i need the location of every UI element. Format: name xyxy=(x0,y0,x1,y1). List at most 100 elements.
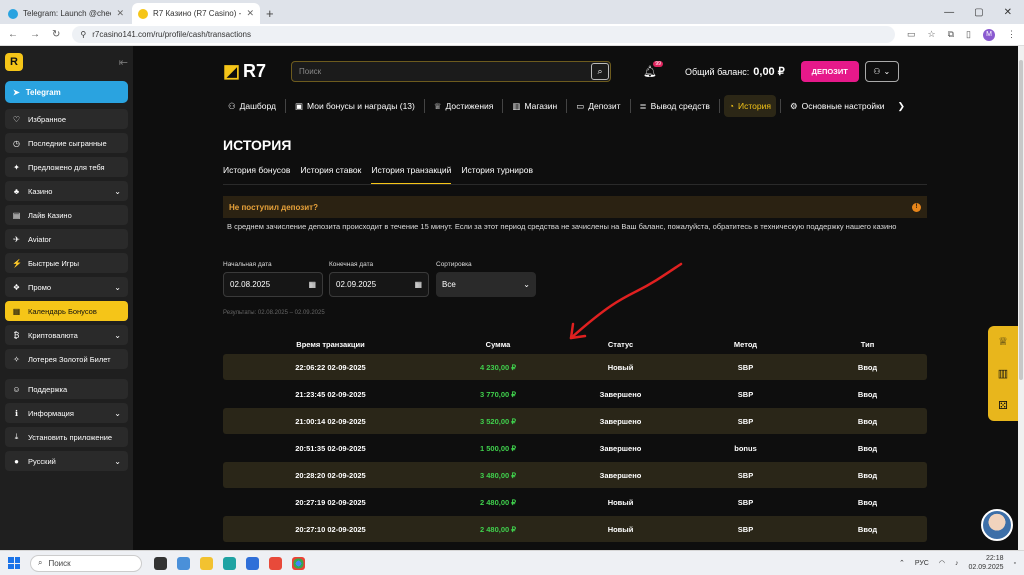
taskbar-search-input[interactable]: ⌕ Поиск xyxy=(30,554,142,572)
explorer-icon[interactable] xyxy=(200,556,213,570)
reload-icon[interactable]: ↻ xyxy=(52,29,60,40)
profile-nav-item[interactable]: ▥ Магазин xyxy=(507,95,562,117)
table-cell: SBP xyxy=(737,416,754,426)
table-cell: 1 500,00 ₽ xyxy=(479,443,517,453)
table-cell: Ввод xyxy=(857,524,878,534)
yandex-browser-icon[interactable] xyxy=(269,556,282,570)
user-menu-button[interactable]: ⚇ ⌄ xyxy=(864,60,899,82)
sidebar-item-calendar[interactable]: ▦ Календарь Бонусов xyxy=(5,301,128,321)
subtab[interactable]: История турниров xyxy=(461,165,533,184)
start-date-input[interactable]: 02.08.2025 ▦ xyxy=(223,272,323,297)
column-header: Время транзакции xyxy=(296,339,365,349)
scrollbar-thumb[interactable] xyxy=(1019,60,1023,380)
trophy-icon[interactable]: ♕ xyxy=(995,334,1011,350)
chevron-down-icon: ⌄ xyxy=(523,280,530,289)
sidebar-item-info[interactable]: ℹ Информация ⌄ xyxy=(5,403,128,423)
tray-chevron-up-icon[interactable]: ⌃ xyxy=(899,559,905,567)
table-cell: 20:27:10 02-09-2025 xyxy=(295,524,366,534)
input-language[interactable]: РУС xyxy=(915,560,929,567)
volume-icon[interactable]: ♪ xyxy=(955,560,959,567)
widgets-icon[interactable] xyxy=(177,556,190,570)
table-cell: Ввод xyxy=(857,470,878,480)
sidebar-item-flag-ru[interactable]: ● Русский ⌄ xyxy=(5,451,128,471)
notifications-icon[interactable]: ▫ xyxy=(1014,560,1016,567)
end-date-input[interactable]: 02.09.2025 ▦ xyxy=(329,272,429,297)
gift-icon: ❖ xyxy=(12,282,21,292)
sidebar-item-plane[interactable]: ✈ Aviator xyxy=(5,229,128,249)
support-icon: ☺ xyxy=(12,384,21,394)
close-icon[interactable]: ✕ xyxy=(116,8,124,19)
sidebar-item-crypto[interactable]: ₿ Криптовалюта ⌄ xyxy=(5,325,128,345)
profile-nav-item[interactable]: ▣ Мои бонусы и награды (13) xyxy=(290,95,420,117)
profile-nav-item[interactable]: ♕ Достижения xyxy=(429,95,499,117)
profile-nav-item[interactable]: ⚇ Дашборд xyxy=(223,95,281,117)
profile-nav-item[interactable]: ⚙ Основные настройки xyxy=(785,95,890,117)
browser-tab-telegram[interactable]: Telegram: Launch @checkout_... ✕ xyxy=(2,3,130,24)
profile-nav-icon: ♕ xyxy=(433,100,442,111)
url-field[interactable]: ⚲ r7casino141.com/ru/profile/cash/transa… xyxy=(72,26,896,43)
dice-icon[interactable]: ⚄ xyxy=(995,397,1011,413)
search-input[interactable]: Поиск ⌕ xyxy=(291,60,611,82)
sidebar-item-ticket[interactable]: ✧ Лотерея Золотой Билет xyxy=(5,349,128,369)
profile-nav-item[interactable]: ◔ История xyxy=(723,95,776,117)
close-icon[interactable]: ✕ xyxy=(246,8,254,19)
r7-logo-icon[interactable]: R xyxy=(5,53,23,71)
maximize-icon[interactable]: ▢ xyxy=(974,7,983,18)
sidebar-item-casino[interactable]: ♣ Казино ⌄ xyxy=(5,181,128,201)
subtab[interactable]: История бонусов xyxy=(223,165,290,184)
notification-badge: 99 xyxy=(653,60,663,67)
collapse-sidebar-icon[interactable]: ⇤ xyxy=(119,56,128,69)
clock[interactable]: 22:18 02.09.2025 xyxy=(968,554,1003,572)
cast-icon[interactable]: ▭ xyxy=(907,29,916,40)
search-icon[interactable]: ⌕ xyxy=(591,62,609,80)
user-icon: ⚇ xyxy=(873,66,881,76)
sidebar-item-download[interactable]: ⤓ Установить приложение xyxy=(5,427,128,447)
site-logo[interactable]: ◩ R7 xyxy=(223,61,291,82)
notification-bell-icon[interactable]: 🔔︎ 99 xyxy=(643,60,663,78)
profile-avatar-icon[interactable]: M xyxy=(983,28,995,41)
sidebar-item-sparkle[interactable]: ✦ Предложено для тебя xyxy=(5,157,128,177)
close-window-icon[interactable]: ✕ xyxy=(1004,7,1012,18)
profile-nav-item[interactable]: ▭ Депозит xyxy=(571,95,625,117)
store-icon[interactable] xyxy=(246,556,259,570)
sidebar-item-history[interactable]: ◷ Последние сыгранные xyxy=(5,133,128,153)
sidebar-item-label: Лотерея Золотой Билет xyxy=(28,354,111,364)
browser-tab-r7[interactable]: R7 Казино (R7 Casino) - официа... ✕ xyxy=(132,3,260,24)
edge-icon[interactable] xyxy=(223,556,236,570)
wifi-icon[interactable]: ◠ xyxy=(939,559,945,567)
taskview-icon[interactable] xyxy=(154,556,167,570)
sidebar-item-gift[interactable]: ❖ Промо ⌄ xyxy=(5,277,128,297)
sidebar-item-bolt[interactable]: ⚡ Быстрые Игры xyxy=(5,253,128,273)
divider xyxy=(502,99,504,113)
telegram-button[interactable]: ➤ Telegram xyxy=(5,81,128,103)
menu-dots-icon[interactable]: ⋮ xyxy=(1007,29,1016,40)
chevron-right-icon[interactable]: ❯ xyxy=(898,101,906,112)
windows-start-icon[interactable] xyxy=(8,557,20,569)
sort-select[interactable]: Все ⌄ xyxy=(436,272,536,297)
tab-title: R7 Казино (R7 Casino) - официа... xyxy=(153,9,242,18)
deposit-button[interactable]: ДЕПОЗИТ xyxy=(800,60,859,82)
subtab[interactable]: История транзакций xyxy=(371,165,452,184)
minimize-icon[interactable]: — xyxy=(944,7,954,18)
page-scrollbar[interactable] xyxy=(1018,46,1024,550)
table-cell: 21:00:14 02-09-2025 xyxy=(295,416,366,426)
sidebar-item-heart[interactable]: ♡ Избранное xyxy=(5,109,128,129)
profile-nav-item[interactable]: ≣ Вывод средств xyxy=(635,95,715,117)
site-info-icon[interactable]: ⚲ xyxy=(80,30,86,39)
shop-icon[interactable]: ▥ xyxy=(995,365,1011,381)
bookmark-star-icon[interactable]: ☆ xyxy=(928,29,936,40)
deposit-alert[interactable]: Не поступил депозит? ! xyxy=(223,196,927,218)
profile-nav-icon: ⚙ xyxy=(789,100,798,111)
transactions-table: Время транзакции Сумма Статус Метод Тип 22:0… xyxy=(223,334,927,543)
table-cell: 3 520,00 ₽ xyxy=(479,416,517,426)
sidebar-item-support[interactable]: ☺ Поддержка xyxy=(5,379,128,399)
extensions-icon[interactable]: ⧉ xyxy=(948,29,954,40)
new-tab-plus-icon[interactable]: + xyxy=(266,6,274,21)
forward-arrow-icon[interactable]: → xyxy=(30,29,40,40)
chrome-icon[interactable] xyxy=(292,556,305,570)
support-chat-avatar[interactable] xyxy=(981,509,1013,541)
subtab[interactable]: История ставок xyxy=(300,165,361,184)
sidepanel-icon[interactable]: ▯ xyxy=(966,29,971,40)
sidebar-item-live[interactable]: ▤ Лайв Казино xyxy=(5,205,128,225)
back-arrow-icon[interactable]: ← xyxy=(8,29,18,40)
